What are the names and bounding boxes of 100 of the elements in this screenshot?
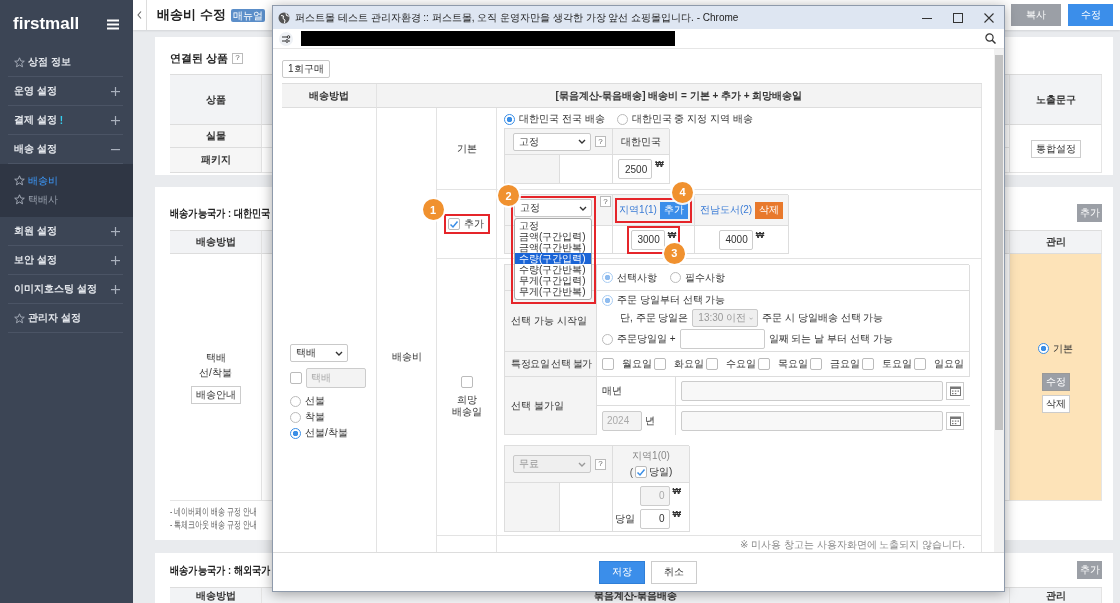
table-cell: 실물 [170,125,262,148]
alert-mark: ! [59,114,64,126]
sidebar-item[interactable]: 관리자 설정 [8,304,123,333]
note-text: - 톡체크아웃 배송 규정 안내 [170,518,258,531]
table-header: 대한민국 [613,129,670,155]
maximize-icon[interactable] [953,12,963,23]
dropdown-option[interactable]: 금액(구간입력) [515,231,591,242]
checkbox[interactable] [654,358,666,370]
sidebar-item[interactable]: 택배사 [14,190,133,209]
radio-button[interactable] [1038,343,1049,354]
sidebar-item[interactable]: 배송비 [14,171,133,190]
zoom-icon[interactable] [985,33,996,44]
step-badge: 1 [422,199,444,220]
radio-button[interactable] [602,294,613,306]
table-header: 배송방법 [170,588,262,603]
help-button[interactable]: ? [600,196,611,207]
radio-button[interactable] [602,272,613,283]
scrollbar[interactable] [994,49,1004,552]
input-field[interactable]: 4000 [718,229,753,250]
option-label: 토요일 [882,357,912,371]
input-field[interactable] [681,381,943,401]
calendar-button[interactable] [946,411,964,430]
checkbox[interactable] [290,372,302,384]
radio-button[interactable] [670,272,681,283]
guide-button[interactable]: 배송안내 [190,385,241,404]
option-label: 필수사항 [685,270,725,285]
option-label: 금요일 [830,357,860,371]
dropdown-option[interactable]: 고정 [515,220,591,231]
sidebar-item[interactable]: 이미지호스팅 설정 [8,275,123,304]
region-link[interactable]: 전남도서(2) [699,203,753,217]
checkbox[interactable] [635,466,647,478]
help-button[interactable]: ? [595,136,606,147]
radio-button[interactable] [290,395,301,407]
condition-text: 단, 주문 당일은 [620,311,689,325]
dropdown-option[interactable]: 무게(구간반복) [515,286,591,297]
sidebar-item[interactable]: 상점 정보 [8,48,123,77]
sidebar-item[interactable]: 회원 설정 [8,217,123,246]
checkbox[interactable] [758,358,770,370]
radio-button[interactable] [602,333,613,345]
sidebar-item[interactable]: 보안 설정 [8,246,123,275]
input-field[interactable]: 0 [639,508,670,529]
checkbox-label: 추가 [463,217,484,231]
option-label: 목요일 [778,357,808,371]
note-text: - 네이버페이 배송 규정 안내 [170,505,258,518]
currency-symbol: ₩ [667,229,677,240]
dialog-button[interactable]: 취소 [650,560,697,584]
checkbox[interactable] [914,358,926,370]
radio-button[interactable] [504,113,515,125]
radio-button[interactable] [616,113,628,125]
note-text: ※ 미사용 창고는 사용자화면에 노출되지 않습니다. [739,538,965,552]
input-field[interactable] [681,410,943,431]
table-cell: 패키지 [170,148,262,173]
select-field[interactable]: 고정 [513,132,591,151]
close-icon[interactable] [984,12,994,23]
collapse-button[interactable] [133,0,147,30]
option-label: 주문 당일부터 선택 가능 [617,293,726,307]
sidebar-item[interactable]: 운영 설정 [8,77,123,106]
select-field[interactable]: 택배 [290,344,348,362]
option-label: 기본 [1053,341,1073,356]
help-button[interactable]: ? [232,52,244,64]
dropdown-option[interactable]: 금액(구간반복) [515,242,591,253]
input-field[interactable]: 2500 [618,159,653,179]
select-field[interactable]: 1회구매 [282,60,330,78]
region-link[interactable]: 지역1(1) [619,203,657,217]
dropdown-option[interactable]: 수량(구간반복) [515,264,591,275]
checkbox[interactable] [460,376,473,388]
input-field[interactable]: 3000 [630,229,665,250]
option-label: 선불 [305,394,325,408]
chevron-down-icon [578,139,586,144]
help-button[interactable]: ? [595,458,606,470]
dropdown-option[interactable]: 무게(구간입력) [515,275,591,286]
checkbox[interactable] [862,358,874,370]
currency-symbol: ₩ [672,508,681,519]
chevron-down-icon [578,461,586,467]
scrollbar-thumb[interactable] [995,55,1003,430]
chevron-down-icon [335,350,343,356]
radio-button[interactable] [290,427,301,439]
checkbox[interactable] [602,358,614,370]
checkbox[interactable] [706,358,718,370]
input-field[interactable] [679,329,765,349]
radio-button[interactable] [290,411,301,423]
checkbox[interactable] [810,358,822,370]
tune-icon[interactable] [278,31,294,46]
chevron-down-icon [749,315,754,321]
select-field[interactable]: 고정 [514,199,592,217]
step-badge: 4 [672,181,694,203]
currency-symbol: ₩ [672,485,681,496]
dropdown-option[interactable]: 수량(구간입력) [515,253,591,264]
calendar-button[interactable] [946,382,964,400]
option-label: 선택사항 [617,270,657,285]
manage-button[interactable]: 삭제 [1041,394,1070,413]
region-label: 지역1(0) [632,449,670,463]
table-header: 상품 [170,75,262,125]
merge-settings-button[interactable]: 통합설정 [1030,139,1081,158]
table-header: 노출문구 [1010,75,1102,125]
method-name: 택배 [205,350,226,365]
sidebar-item[interactable]: 결제 설정 ! [8,106,123,135]
calendar-icon [949,386,961,396]
checkbox[interactable] [447,218,460,230]
menu-icon[interactable] [107,18,119,30]
